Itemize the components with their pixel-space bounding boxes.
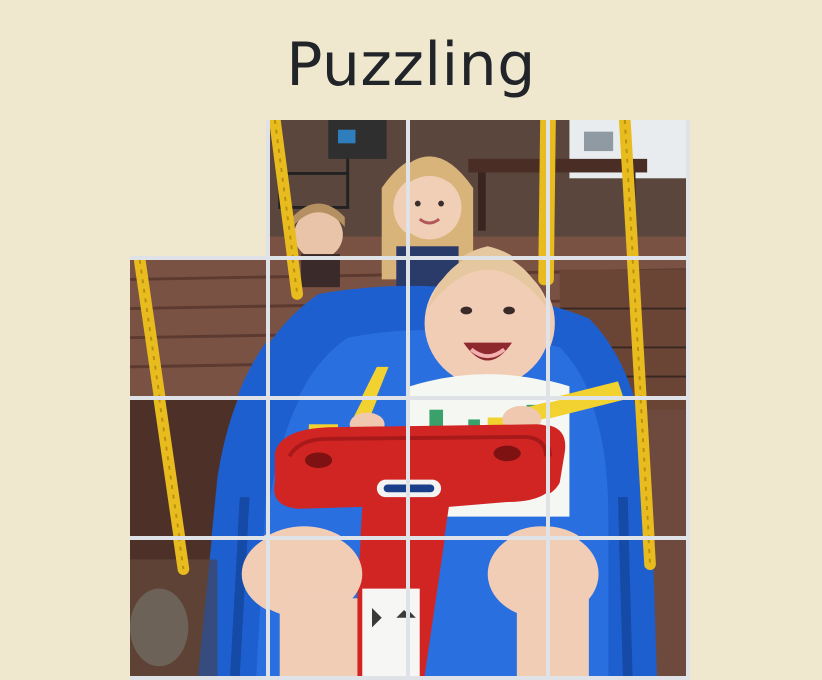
puzzle-tile-7[interactable] xyxy=(410,260,546,396)
puzzle-tile-15[interactable] xyxy=(410,540,546,676)
tile-image xyxy=(550,120,686,256)
tile-image xyxy=(270,400,406,536)
puzzle-tile-6[interactable] xyxy=(270,260,406,396)
puzzle-tile-8[interactable] xyxy=(550,260,686,396)
tile-image xyxy=(550,540,686,676)
puzzle-tile-9[interactable] xyxy=(130,400,266,536)
tile-image xyxy=(410,120,546,256)
tile-image xyxy=(550,260,686,396)
tile-image xyxy=(410,260,546,396)
puzzle-tile-2[interactable] xyxy=(270,120,406,256)
tile-image xyxy=(130,260,266,396)
tile-image xyxy=(270,260,406,396)
puzzle-tile-10[interactable] xyxy=(270,400,406,536)
puzzle-tile-13[interactable] xyxy=(130,540,266,676)
tile-image xyxy=(270,120,406,256)
puzzle-tile-11[interactable] xyxy=(410,400,546,536)
tile-image xyxy=(410,540,546,676)
empty-tile-slot xyxy=(130,120,266,256)
puzzle-tile-3[interactable] xyxy=(410,120,546,256)
puzzle-board xyxy=(130,120,690,680)
tile-image xyxy=(130,400,266,536)
puzzle-tile-5[interactable] xyxy=(130,260,266,396)
tile-image xyxy=(130,540,266,676)
puzzle-tile-16[interactable] xyxy=(550,540,686,676)
puzzle-tile-4[interactable] xyxy=(550,120,686,256)
puzzle-tile-14[interactable] xyxy=(270,540,406,676)
tile-image xyxy=(410,400,546,536)
tile-image xyxy=(550,400,686,536)
page-title: Puzzling xyxy=(286,30,536,100)
tile-image xyxy=(270,540,406,676)
puzzle-tile-12[interactable] xyxy=(550,400,686,536)
